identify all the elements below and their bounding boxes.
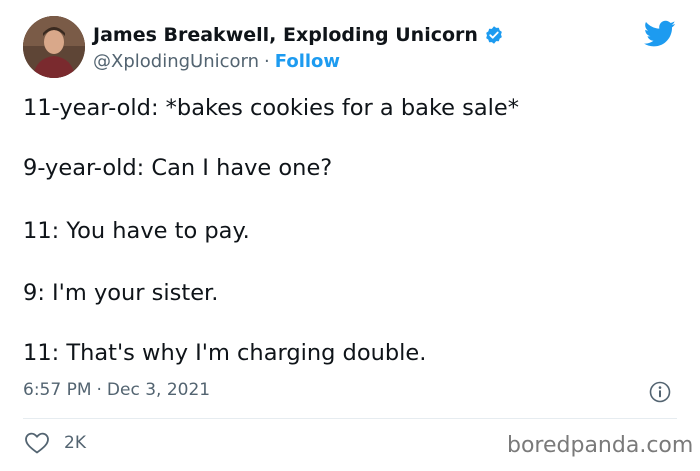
twitter-bird-icon[interactable] [643,20,676,48]
like-count: 2K [64,433,86,453]
info-icon[interactable] [649,381,671,403]
divider [23,418,677,419]
tweet-text-line: 11: You have to pay. [23,218,250,244]
follow-button[interactable]: Follow [275,51,340,72]
tweet-text-line: 11-year-old: *bakes cookies for a bake s… [23,95,520,121]
verified-badge-icon [484,25,504,45]
avatar[interactable] [23,16,85,78]
tweet-date[interactable]: Dec 3, 2021 [107,380,210,400]
author-name-text[interactable]: James Breakwell, Exploding Unicorn [93,24,478,46]
like-button[interactable]: 2K [24,431,86,455]
author-display-name[interactable]: James Breakwell, Exploding Unicorn [93,24,504,46]
watermark: boredpanda.com [507,433,694,458]
tweet-timestamp[interactable]: 6:57 PM · Dec 3, 2021 [23,380,210,400]
author-handle-row: @XplodingUnicorn · Follow [93,51,340,72]
timestamp-separator: · [96,380,102,400]
handle-separator: · [264,51,270,72]
heart-icon[interactable] [24,431,50,455]
author-handle[interactable]: @XplodingUnicorn [93,51,259,72]
tweet-text-line: 9-year-old: Can I have one? [23,155,333,181]
tweet-text-line: 11: That's why I'm charging double. [23,340,427,366]
tweet-text-line: 9: I'm your sister. [23,280,219,306]
tweet-time[interactable]: 6:57 PM [23,380,92,400]
